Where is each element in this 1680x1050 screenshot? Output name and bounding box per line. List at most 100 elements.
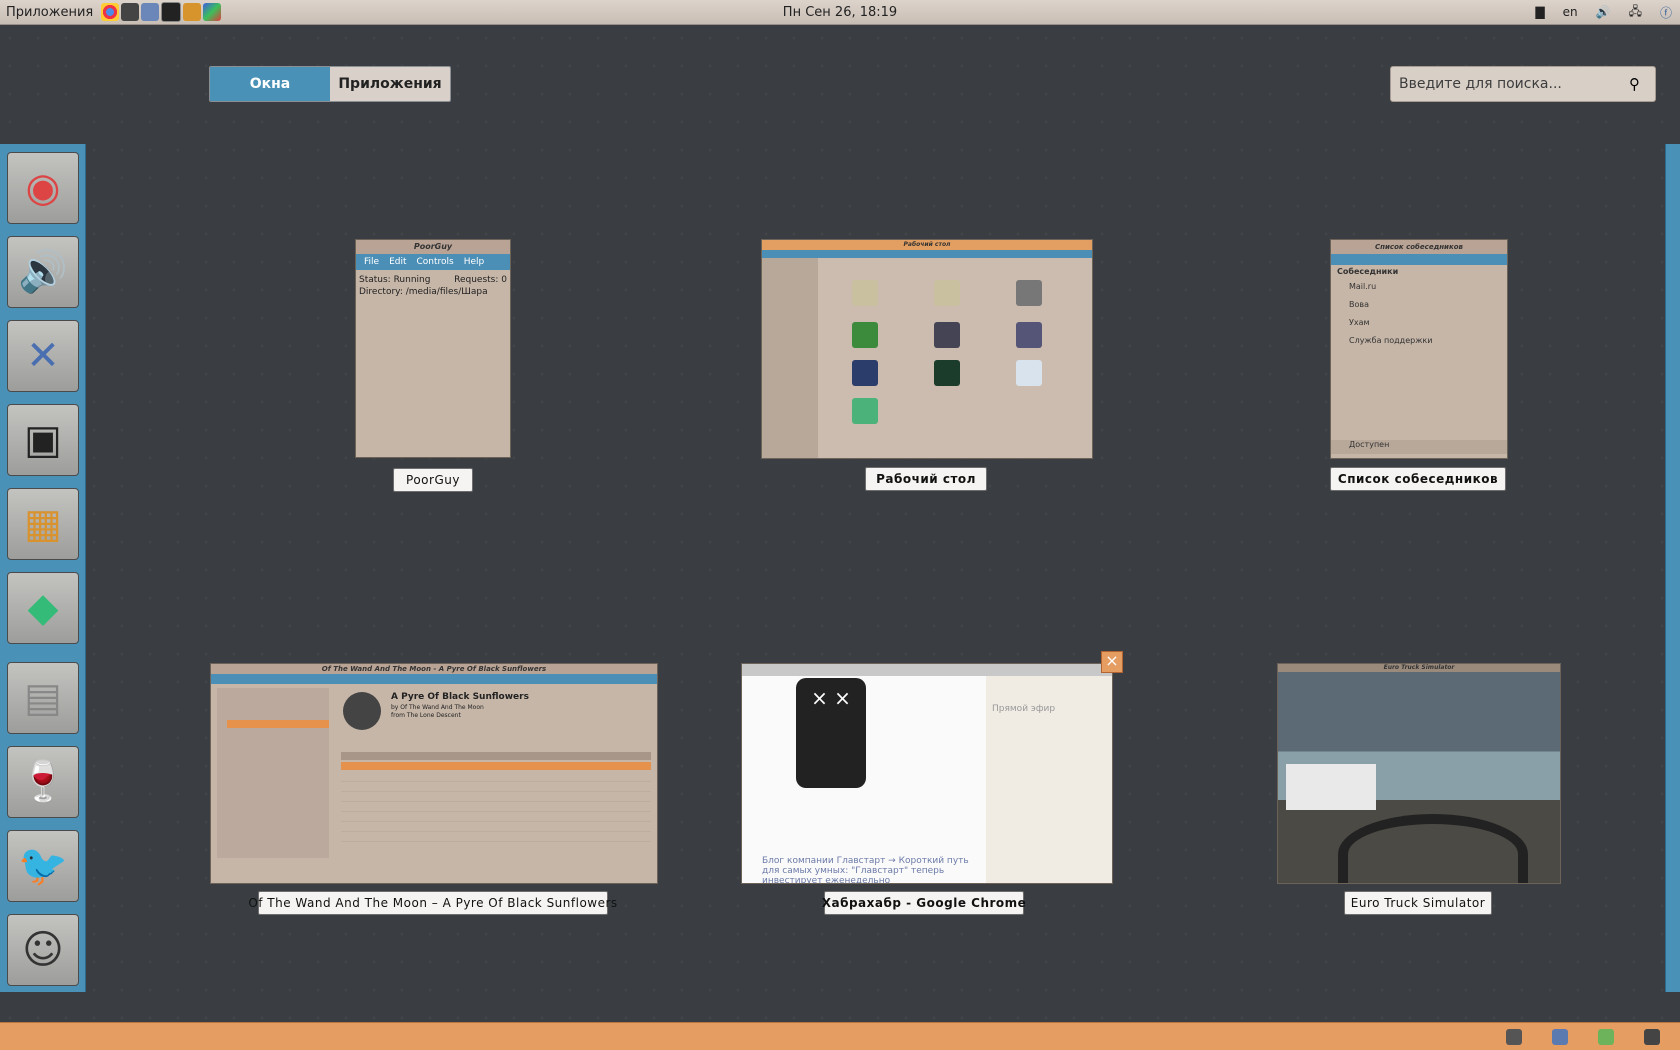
menu-item: Controls	[416, 257, 454, 267]
requests-text: Requests: 0	[454, 275, 507, 285]
blog-link: Блог компании Главстарт → Короткий путь …	[762, 856, 969, 884]
system-tray: ▇ en 🔊 🖧 ⓕ	[1535, 0, 1672, 24]
window-caption-music-player[interactable]: Of The Wand And The Moon – A Pyre Of Bla…	[248, 891, 617, 915]
library-tree	[217, 688, 329, 858]
playlist	[341, 772, 651, 848]
volume-icon[interactable]: 🔊	[1596, 5, 1611, 19]
wine-icon: 🍷	[18, 759, 68, 805]
steering-wheel	[1338, 814, 1528, 883]
chrome-icon: ◉	[25, 165, 61, 211]
contact-item: Ухам	[1349, 318, 1370, 327]
playlist-header	[341, 752, 651, 760]
tab-strip	[742, 664, 1112, 676]
track-album: from The Lone Descent	[391, 712, 461, 719]
dash-item-cube[interactable]: ◆	[7, 572, 79, 644]
window-thumbnail-buddy-list[interactable]: Список собеседников Собеседники Mail.ru …	[1330, 239, 1508, 459]
album-art	[343, 692, 381, 730]
window-title: PoorGuy	[356, 240, 510, 254]
window-thumbnail-desktop[interactable]: Рабочий стол	[761, 239, 1093, 459]
dash-item-pidgin[interactable]: 🐦	[7, 830, 79, 902]
window-caption-poorguy[interactable]: PoorGuy	[393, 468, 473, 492]
top-panel: Приложения Пн Сен 26, 18:19 ▇ en 🔊 🖧 ⓕ	[0, 0, 1680, 25]
keyboard-layout[interactable]: en	[1563, 5, 1578, 19]
terminal-icon: ▣	[24, 417, 62, 463]
directory-text: Directory: /media/files/Шара	[359, 287, 488, 297]
chrome-launcher-icon[interactable]	[101, 3, 120, 21]
app-icon	[852, 360, 878, 386]
package-icon[interactable]	[1552, 1028, 1568, 1045]
dash-item-tools[interactable]: ✕	[7, 320, 79, 392]
sidebar-title: Прямой эфир	[992, 704, 1056, 714]
window-caption-buddy-list[interactable]: Список собеседников	[1330, 467, 1506, 491]
places-sidebar	[762, 258, 818, 458]
clock[interactable]: Пн Сен 26, 18:19	[783, 5, 897, 20]
app-icon	[1016, 322, 1042, 348]
window-caption-chrome[interactable]: Хабрахабр - Google Chrome	[822, 891, 1026, 915]
avatar-icon: ☺	[22, 927, 64, 973]
dash-item-terminal[interactable]: ▣	[7, 404, 79, 476]
tab-applications[interactable]: Приложения	[330, 67, 450, 101]
pidgin-icon: 🐦	[18, 843, 68, 889]
dash-item-cabinet[interactable]: ▤	[7, 662, 79, 734]
user-icon[interactable]	[1644, 1028, 1660, 1045]
menu-item: Help	[463, 257, 485, 267]
dash-item-files[interactable]: ▦	[7, 488, 79, 560]
search-input[interactable]	[1391, 75, 1623, 93]
folder-icon	[934, 280, 960, 306]
files-icon: ▦	[24, 501, 62, 547]
app-icon	[852, 322, 878, 348]
playing-row	[341, 762, 651, 770]
cube-launcher-icon[interactable]	[203, 3, 222, 21]
status-text: Status: Running	[359, 275, 431, 285]
track-title: A Pyre Of Black Sunflowers	[391, 692, 529, 702]
window-title: Рабочий стол	[762, 240, 1092, 250]
folder-icon	[852, 280, 878, 306]
window-thumbnail-music-player[interactable]: Of The Wand And The Moon - A Pyre Of Bla…	[210, 663, 658, 884]
menu-bar	[211, 674, 657, 684]
selected-tree-item	[227, 720, 329, 728]
bottom-panel	[0, 1022, 1680, 1050]
tools-launcher-icon[interactable]	[141, 3, 160, 21]
workspace-thumbnail-strip[interactable]	[1665, 144, 1680, 992]
view-switcher: Окна Приложения	[209, 66, 451, 102]
user-menu-icon[interactable]: ⓕ	[1660, 4, 1672, 21]
folder-icon[interactable]: ▇	[1535, 5, 1544, 19]
applications-menu[interactable]: Приложения	[0, 5, 101, 20]
files-launcher-icon[interactable]	[183, 3, 202, 21]
window-caption-euro-truck[interactable]: Euro Truck Simulator	[1344, 891, 1492, 915]
network-icon[interactable]: 🖧	[1629, 2, 1642, 23]
search-icon[interactable]: ⚲	[1629, 75, 1640, 93]
app-icon	[1016, 360, 1042, 386]
network-drive-icon[interactable]	[1506, 1028, 1522, 1045]
close-window-icon[interactable]: ×	[1101, 651, 1123, 673]
dash-item-wine[interactable]: 🍷	[7, 746, 79, 818]
cabinet-icon: ▤	[24, 675, 62, 721]
terminal-launcher-icon[interactable]	[161, 2, 182, 22]
contact-item: Mail.ru	[1349, 282, 1377, 291]
dash-item-chrome[interactable]: ◉	[7, 152, 79, 224]
cube-icon: ◆	[27, 585, 59, 631]
tools-icon: ✕	[26, 333, 60, 379]
menu-item: File	[364, 257, 380, 267]
chat-icon[interactable]	[1598, 1028, 1614, 1045]
window-title: Of The Wand And The Moon - A Pyre Of Bla…	[211, 664, 657, 674]
window-thumbnail-euro-truck[interactable]: Euro Truck Simulator	[1277, 663, 1561, 884]
app-icon	[852, 398, 878, 424]
dash-item-speaker[interactable]: 🔊	[7, 236, 79, 308]
window-thumbnail-chrome[interactable]: × × Прямой эфир Блог компании Главстарт …	[741, 663, 1113, 884]
speaker-icon: 🔊	[18, 249, 68, 295]
dash-item-avatar[interactable]: ☺	[7, 914, 79, 986]
window-thumbnail-poorguy[interactable]: PoorGuy File Edit Controls Help Status: …	[355, 239, 511, 458]
tab-windows[interactable]: Окна	[210, 67, 330, 101]
status-selector: Доступен	[1331, 440, 1507, 454]
app-icon	[1016, 280, 1042, 306]
app-icon	[934, 360, 960, 386]
speaker-launcher-icon[interactable]	[121, 3, 140, 21]
window-caption-desktop[interactable]: Рабочий стол	[865, 467, 987, 491]
contact-group: Собеседники	[1337, 267, 1399, 276]
menu-bar	[762, 250, 1092, 258]
app-icon	[934, 322, 960, 348]
menu-bar: File Edit Controls Help	[356, 254, 510, 270]
search-box: ⚲	[1390, 66, 1656, 102]
dash: ◉ 🔊 ✕ ▣ ▦ ◆ ▤ 🍷 🐦 ☺	[0, 144, 86, 992]
